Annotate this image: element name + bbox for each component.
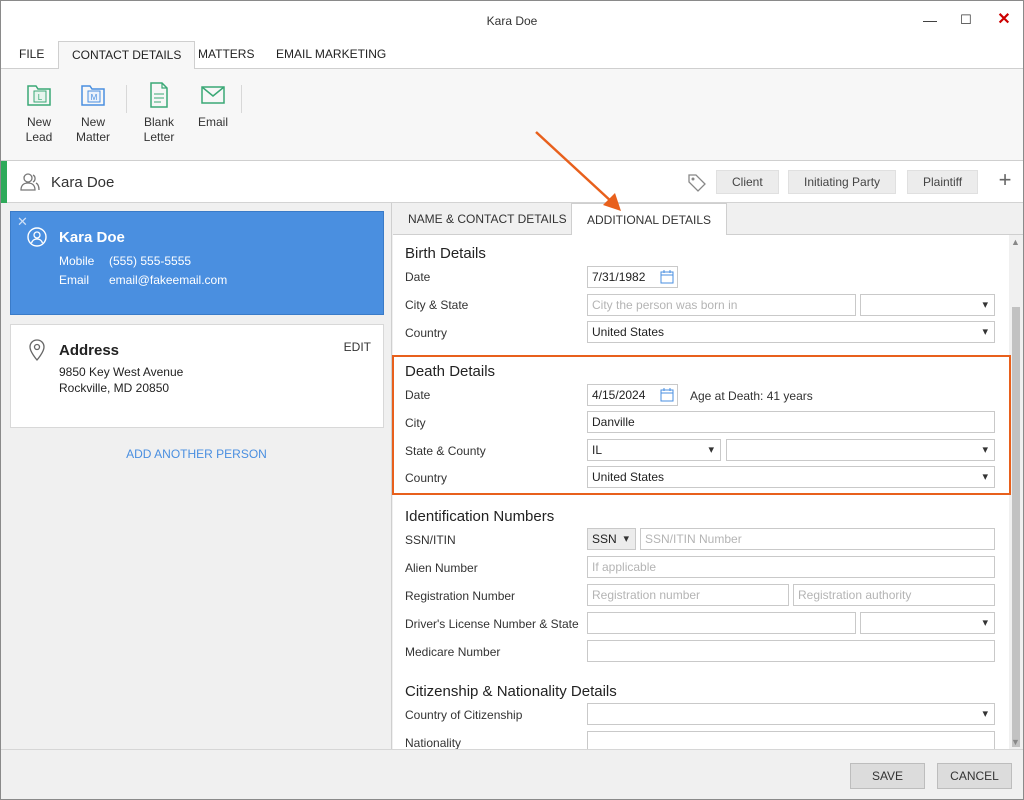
email-icon [201,86,225,104]
role-chip-initiating-party[interactable]: Initiating Party [788,170,897,194]
ssn-label: SSN/ITIN [405,533,456,547]
birth-date-label: Date [405,270,431,284]
blank-letter-button[interactable]: Blank Letter [135,81,183,145]
blank-letter-label-1: Blank [143,115,175,129]
alien-number-label: Alien Number [405,561,478,575]
scroll-up-icon[interactable]: ▲ [1011,237,1020,247]
person-name: Kara Doe [59,229,125,246]
new-lead-label-2: Lead [25,130,53,144]
person-card[interactable]: ✕ Kara Doe Mobile (555) 555-5555 Email e… [10,211,384,315]
app-window: Kara Doe — ☐ ✕ FILE CONTACT DETAILS MATT… [0,0,1024,800]
new-lead-button[interactable]: L New Lead [15,81,63,145]
address-title: Address [59,342,120,359]
new-matter-label-1: New [80,115,105,129]
scroll-thumb[interactable] [1012,307,1020,747]
ribbon-toolbar: L New Lead M New Matter Blank Letter Ema… [1,69,1023,161]
people-icon [20,173,40,191]
drivers-license-input[interactable] [587,612,856,634]
add-role-button[interactable]: + [993,169,1017,193]
header-person-name: Kara Doe [51,174,115,191]
email-label: Email [59,273,90,287]
close-button[interactable]: ✕ [989,7,1019,35]
new-matter-icon: M [81,85,105,106]
menu-tab-matters[interactable]: MATTERS [185,41,267,69]
birth-city-state-label: City & State [405,298,469,312]
add-another-person-link[interactable]: ADD ANOTHER PERSON [1,447,392,461]
new-matter-label-2: Matter [75,130,110,144]
citizenship-heading: Citizenship & Nationality Details [405,683,617,700]
new-matter-button[interactable]: M New Matter [69,81,117,145]
scroll-down-icon[interactable]: ▼ [1011,737,1020,747]
alien-number-input[interactable]: If applicable [587,556,995,578]
menu-tab-email-marketing[interactable]: EMAIL MARKETING [263,41,399,69]
nationality-label: Nationality [405,736,462,749]
svg-text:M: M [91,93,98,102]
new-lead-label-1: New [26,115,51,129]
country-of-citizenship-select[interactable] [587,703,995,725]
email-value: email@fakeemail.com [109,273,228,287]
blank-letter-icon [150,82,168,108]
registration-authority-input[interactable]: Registration authority [793,584,995,606]
death-details-highlight [392,355,1011,495]
birth-state-select[interactable] [860,294,995,316]
window-title: Kara Doe [486,14,538,28]
maximize-button[interactable]: ☐ [951,7,981,35]
ssn-type-value: SSN [592,532,617,546]
save-button[interactable]: SAVE [850,763,925,789]
address-card: Address EDIT 9850 Key West Avenue Rockvi… [10,324,384,428]
person-icon [27,227,47,247]
form-scrollbar[interactable]: ▲ ▼ [1009,235,1023,749]
role-chip-plaintiff[interactable]: Plaintiff [907,170,979,194]
detail-tabs: NAME & CONTACT DETAILS ADDITIONAL DETAIL… [393,203,1023,236]
minimize-button[interactable]: — [915,7,945,35]
menu-tab-file[interactable]: FILE [6,41,57,69]
birth-country-label: Country [405,326,448,340]
drivers-license-label: Driver's License Number & State [405,617,579,631]
dialog-footer: SAVE CANCEL [1,749,1023,799]
new-lead-icon: L [27,85,51,106]
identification-heading: Identification Numbers [405,508,555,525]
email-label: Email [197,115,228,129]
drivers-license-state-select[interactable] [860,612,995,634]
edit-address-button[interactable]: EDIT [344,340,371,354]
country-of-citizenship-label: Country of Citizenship [405,708,523,722]
mobile-value: (555) 555-5555 [109,254,192,268]
birth-country-value: United States [592,325,665,339]
birth-date-value: 7/31/1982 [592,270,646,284]
ssn-type-select[interactable]: SSN [587,528,636,550]
blank-letter-label-2: Letter [143,130,175,144]
medicare-label: Medicare Number [405,645,501,659]
svg-text:L: L [38,93,43,102]
calendar-icon[interactable] [660,270,674,284]
email-button[interactable]: Email [189,81,237,130]
registration-number-label: Registration Number [405,589,516,603]
ribbon-separator [241,85,242,113]
cancel-button[interactable]: CANCEL [937,763,1012,789]
address-line-1: 9850 Key West Avenue [59,365,184,379]
birth-date-field[interactable]: 7/31/1982 [587,266,678,288]
birth-details-heading: Birth Details [405,245,486,262]
birth-country-select[interactable]: United States [587,321,995,343]
ssn-input[interactable]: SSN/ITIN Number [640,528,995,550]
menu-tab-contact-details[interactable]: CONTACT DETAILS [58,41,196,70]
birth-city-input[interactable]: City the person was born in [587,294,856,316]
location-pin-icon [29,339,45,361]
address-line-2: Rockville, MD 20850 [59,381,170,395]
nationality-input[interactable] [587,731,995,749]
people-panel: ✕ Kara Doe Mobile (555) 555-5555 Email e… [1,203,392,749]
medicare-input[interactable] [587,640,995,662]
annotation-arrow-icon [535,131,621,211]
person-header: Kara Doe Client Initiating Party Plainti… [1,161,1023,203]
role-chip-client[interactable]: Client [716,170,779,194]
status-accent [1,161,7,203]
tag-icon[interactable] [687,172,707,192]
menu-bar: FILE CONTACT DETAILS MATTERS EMAIL MARKE… [1,41,1023,70]
title-bar: Kara Doe — ☐ ✕ [1,1,1023,41]
mobile-label: Mobile [59,254,95,268]
registration-number-input[interactable]: Registration number [587,584,789,606]
ribbon-separator [126,85,127,113]
